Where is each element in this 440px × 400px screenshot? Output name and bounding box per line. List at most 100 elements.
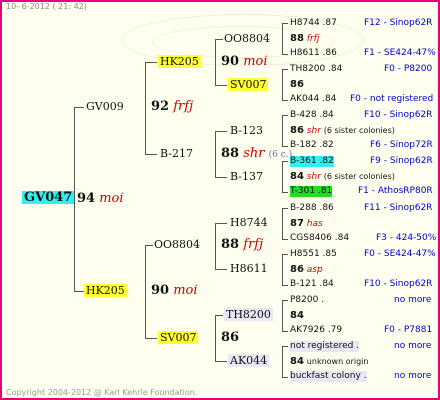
connector	[215, 131, 227, 132]
gen4-mid-num: 84	[290, 171, 304, 182]
connector	[145, 62, 157, 63]
date-stamp: 10- 6-2012 ( 21: 42)	[6, 2, 87, 11]
connector	[282, 285, 288, 286]
sire-queen[interactable]: GV009	[86, 100, 124, 113]
gen3-d2-queen[interactable]: AK044	[228, 354, 270, 367]
gen3-c1-queen[interactable]: H8744	[230, 216, 268, 229]
connector	[282, 208, 283, 239]
gen4-mid-num: 86	[290, 125, 304, 136]
connector	[282, 161, 283, 192]
gen4-bot[interactable]: T-301 .81	[290, 186, 333, 197]
gen4-top[interactable]: H8744 .87	[290, 18, 337, 29]
connector	[282, 192, 288, 193]
connector	[215, 177, 227, 178]
gen4-mid: 86	[290, 79, 304, 91]
sire-tag: frfj	[173, 99, 194, 114]
root-num: 94	[77, 191, 96, 206]
gen4-bot[interactable]: B-121 .84	[290, 279, 334, 290]
gen4-mid-tag: shr	[306, 172, 321, 182]
gen4-mid-num: 84	[290, 310, 304, 321]
gen4-bot-source: F0 - not registered	[350, 94, 434, 104]
gen4-mid-num: 87	[290, 218, 304, 229]
connector	[282, 100, 288, 101]
gen4-bot[interactable]: AK044 .84	[290, 94, 336, 105]
gen2-d-score: 86	[221, 331, 239, 344]
gen4-top[interactable]: B-428 .84	[290, 110, 334, 121]
gen2-b-score: 88 shr (6 c.)	[221, 147, 292, 162]
connector	[282, 54, 288, 55]
gen4-bot[interactable]: CGS8406 .84	[290, 233, 349, 244]
gen3-c2-queen[interactable]: H8611	[230, 262, 268, 275]
connector	[282, 23, 283, 54]
gen2-b-queen[interactable]: B-217	[160, 147, 193, 160]
connector	[215, 315, 223, 316]
gen2-a-queen[interactable]: HK205	[158, 55, 201, 68]
root-queen[interactable]: GV047	[22, 191, 75, 204]
connector	[215, 39, 216, 85]
gen3-b2-queen[interactable]: B-137	[230, 170, 263, 183]
gen4-top[interactable]: B-288 .86	[290, 203, 334, 214]
gen4-top-source: F10 - Sinop62R	[364, 110, 433, 120]
gen4-mid: 88 frfj	[290, 33, 319, 45]
connector	[145, 245, 146, 338]
gen4-bot[interactable]: AK7926 .79	[290, 325, 342, 336]
connector	[282, 115, 288, 116]
connector	[145, 62, 146, 154]
gen4-mid-tag: frfj	[306, 34, 320, 44]
gen4-mid: 87 has	[290, 218, 323, 230]
dam-score: 90 moi	[151, 284, 198, 297]
gen2-c-queen[interactable]: OO8804	[154, 238, 200, 251]
root-score: 94 moi	[77, 192, 124, 205]
connector	[145, 338, 157, 339]
gen4-bot-source: F3 - 424-50%	[376, 233, 437, 243]
gen4-mid: 84	[290, 310, 304, 322]
gen4-mid-extra: (6 sister colonies)	[323, 126, 395, 135]
gen4-bot-source: no more	[394, 371, 432, 381]
gen4-top[interactable]: TH8200 .84	[290, 64, 342, 75]
gen2-c-num: 88	[221, 237, 240, 252]
gen4-top[interactable]: P8200 .	[290, 295, 324, 306]
root-tag: moi	[99, 191, 124, 206]
gen4-top[interactable]: B-361 .82	[290, 156, 334, 167]
gen3-a1-queen[interactable]: OO8804	[224, 32, 270, 45]
gen4-bot-source: F1 - AthosRP80R	[358, 186, 433, 196]
sire-num: 92	[151, 99, 170, 114]
gen2-c-score: 88 frfj	[221, 238, 263, 251]
gen4-mid-extra: (6 sister colonies)	[323, 172, 395, 181]
gen4-mid-tag: shr	[306, 126, 321, 136]
gen4-mid: 84 unknown origin	[290, 356, 368, 368]
gen3-b1-queen[interactable]: B-123	[230, 124, 263, 137]
connector	[282, 254, 283, 285]
connector	[282, 208, 288, 209]
gen4-mid-num: 88	[290, 33, 304, 44]
gen4-bot[interactable]: B-182 .82	[290, 140, 334, 151]
gen2-c-tag: frfj	[243, 237, 264, 252]
dam-tag: moi	[173, 283, 198, 298]
dam-queen[interactable]: HK205	[84, 284, 127, 297]
connector	[282, 69, 288, 70]
gen4-bot[interactable]: H8611 .86	[290, 48, 337, 59]
connector	[282, 115, 283, 146]
connector	[74, 107, 84, 108]
copyright-text: Copyright 2004-2012 @ Karl Kehrle Founda…	[6, 388, 198, 397]
gen4-bot[interactable]: buckfast colony .	[290, 371, 367, 382]
gen4-mid-num: 86	[290, 79, 304, 90]
gen4-mid: 84 shr (6 sister colonies)	[290, 171, 395, 183]
gen2-d-num: 86	[221, 330, 240, 345]
gen4-top-source: F11 - Sinop62R	[364, 203, 433, 213]
gen3-d1-queen[interactable]: TH8200	[224, 308, 273, 321]
gen3-a2-queen[interactable]: SV007	[228, 78, 269, 91]
connector	[282, 346, 283, 377]
gen4-mid-num: 86	[290, 264, 304, 275]
dam-num: 90	[151, 283, 170, 298]
gen4-top[interactable]: not registered .	[290, 341, 360, 352]
gen2-b-num: 88	[221, 146, 240, 161]
gen2-d-queen[interactable]: SV007	[158, 331, 199, 344]
connector	[282, 331, 288, 332]
connector	[215, 361, 227, 362]
gen4-top-source: F0 - P8200	[384, 64, 433, 74]
gen4-mid-num: 84	[290, 356, 304, 367]
gen4-top[interactable]: H8551 .85	[290, 249, 337, 260]
connector	[282, 300, 283, 331]
connector	[145, 245, 153, 246]
